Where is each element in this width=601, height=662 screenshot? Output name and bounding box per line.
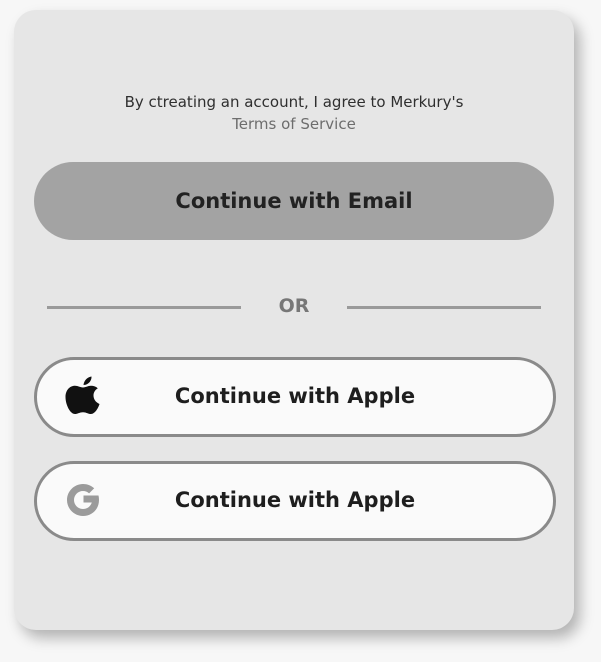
continue-with-google-label: Continue with Apple <box>174 488 416 512</box>
continue-with-google-button[interactable]: Continue with Apple <box>34 461 556 541</box>
or-divider: OR <box>47 292 541 322</box>
continue-with-email-label: Continue with Email <box>175 189 413 213</box>
terms-notice: By ctreating an account, I agree to Merk… <box>14 91 574 135</box>
divider-line-right <box>347 306 541 309</box>
continue-with-apple-button[interactable]: Continue with Apple <box>34 357 556 437</box>
terms-of-service-link[interactable]: Terms of Service <box>232 113 356 135</box>
terms-text: By ctreating an account, I agree to Merk… <box>124 93 464 111</box>
continue-with-email-button[interactable]: Continue with Email <box>34 162 554 240</box>
signup-card: By ctreating an account, I agree to Merk… <box>14 10 574 630</box>
continue-with-apple-label: Continue with Apple <box>174 384 416 408</box>
